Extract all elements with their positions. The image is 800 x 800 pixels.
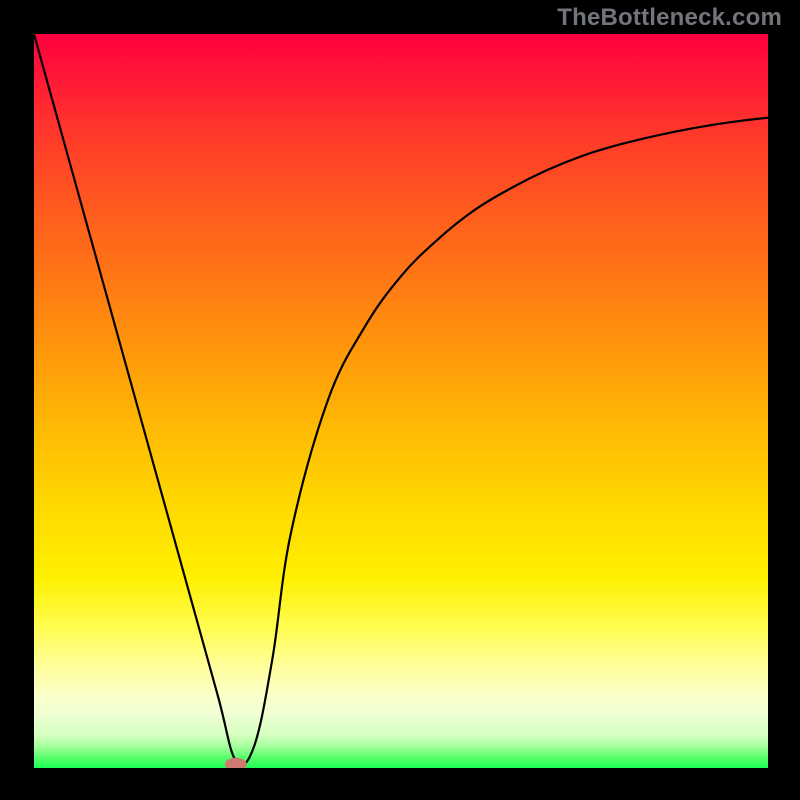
- bottleneck-curve: [34, 34, 768, 768]
- plot-area: [34, 34, 768, 768]
- dip-marker: [225, 758, 247, 768]
- attribution-text: TheBottleneck.com: [557, 4, 782, 32]
- chart-frame: TheBottleneck.com: [0, 0, 800, 800]
